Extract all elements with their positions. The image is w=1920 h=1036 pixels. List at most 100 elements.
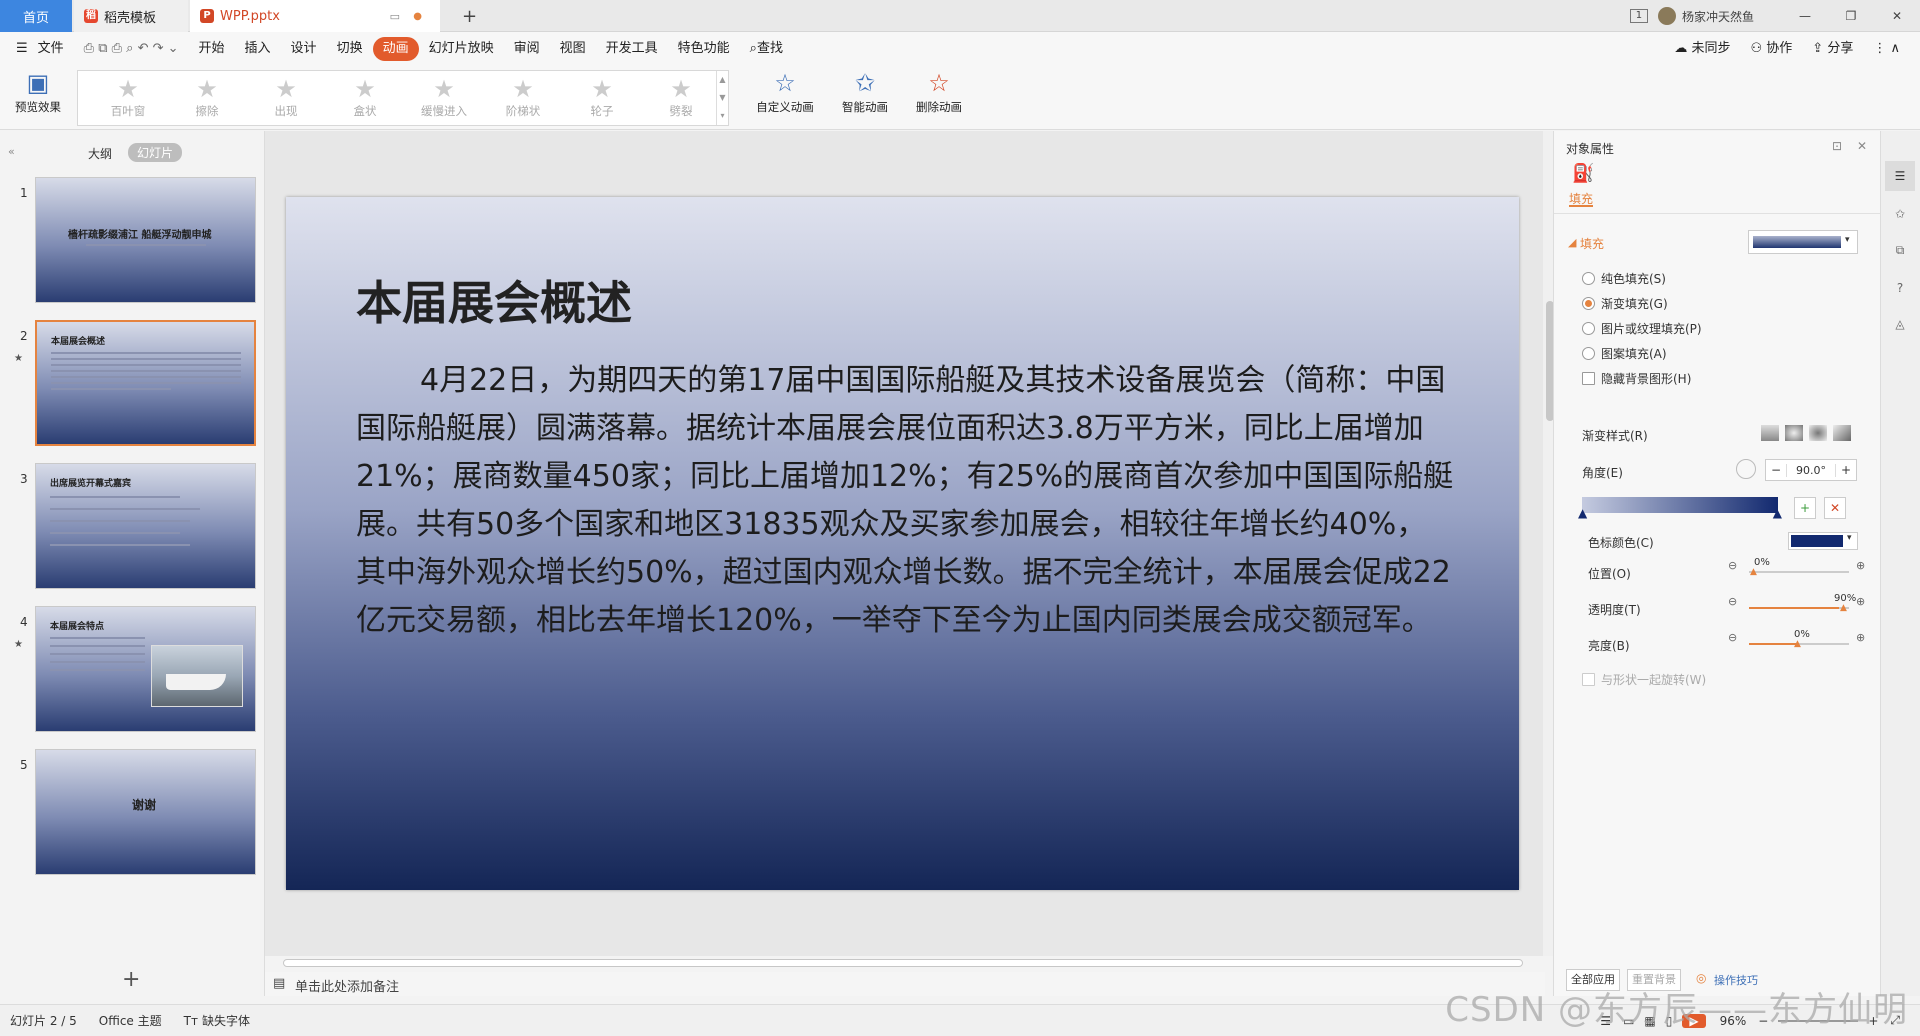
file-menu[interactable]: 文件 xyxy=(38,37,74,61)
theme-name[interactable]: Office 主题 xyxy=(99,1012,162,1029)
outline-tab[interactable]: 大纲 xyxy=(88,145,112,162)
slide-canvas[interactable]: 本届展会概述 4月22日，为期四天的第17届中国国际船艇及其技术设备展览会（简称… xyxy=(286,197,1519,890)
delete-stop-icon[interactable]: ✕ xyxy=(1824,497,1846,519)
add-slide-button[interactable]: + xyxy=(122,967,140,992)
rect-gradient-style-icon[interactable] xyxy=(1809,425,1827,441)
angle-dial-icon[interactable] xyxy=(1736,459,1756,479)
slide-thumb-4[interactable]: 本届展会特点 xyxy=(35,606,256,732)
transparency-slider[interactable] xyxy=(1749,607,1849,609)
sync-button[interactable]: ☁ 未同步 xyxy=(1664,37,1740,61)
new-tab-button[interactable]: + xyxy=(452,0,487,32)
gradient-stop-start[interactable]: ▲ xyxy=(1578,506,1587,520)
tab-template[interactable]: 稻 稻壳模板 xyxy=(74,0,188,32)
stop-color-picker[interactable]: ▾ xyxy=(1788,532,1858,550)
radio-pattern-fill[interactable]: 图案填充(A) xyxy=(1582,345,1667,362)
panel-title[interactable]: 对象属性 xyxy=(1566,140,1614,157)
tab-view[interactable]: 视图 xyxy=(550,37,596,61)
anim-step[interactable]: ★ 阶梯状 xyxy=(493,75,553,119)
fill-bucket-icon[interactable]: ⛽ xyxy=(1572,163,1594,184)
anim-blinds[interactable]: ★ 百叶窗 xyxy=(98,75,158,119)
slide-thumb-1[interactable]: 樯杆疏影缀浦江 船艇浮动靓申城 xyxy=(35,177,256,303)
position-decrease-button[interactable]: ⊖ xyxy=(1728,559,1737,572)
custom-animation-button[interactable]: ☆ 自定义动画 xyxy=(752,70,818,115)
pin-icon[interactable]: ⊡ xyxy=(1832,139,1842,153)
tab-insert[interactable]: 插入 xyxy=(235,37,281,61)
slide-thumb-2[interactable]: 本届展会概述 xyxy=(35,320,256,446)
animation-sidebar-icon[interactable]: ✩ xyxy=(1885,199,1915,229)
slides-tab[interactable]: 幻灯片 xyxy=(128,143,183,162)
collapse-panel-icon[interactable]: « xyxy=(8,145,15,158)
anim-wipe[interactable]: ★ 擦除 xyxy=(177,75,237,119)
transparency-slider-handle[interactable]: ▲ xyxy=(1840,603,1847,613)
anim-box[interactable]: ★ 盒状 xyxy=(335,75,395,119)
preview-effect-button[interactable]: ▣ 预览效果 xyxy=(10,70,66,115)
tab-review[interactable]: 审阅 xyxy=(504,37,550,61)
tab-document[interactable]: P WPP.pptx ▭ ● xyxy=(190,0,440,32)
fill-preset-dropdown[interactable]: ▾ xyxy=(1748,230,1858,254)
properties-sidebar-icon[interactable]: ☰ xyxy=(1885,161,1915,191)
select-sidebar-icon[interactable]: ⧉ xyxy=(1885,235,1915,265)
radio-gradient-fill[interactable]: 渐变填充(G) xyxy=(1582,295,1668,312)
brightness-slider-handle[interactable]: ▲ xyxy=(1794,639,1801,649)
gallery-scroll[interactable]: ▲ ▼ ▾ xyxy=(716,71,728,125)
collapse-triangle-icon[interactable]: ◢ xyxy=(1568,236,1576,249)
user-name[interactable]: 杨家冲天然鱼 xyxy=(1682,8,1754,25)
more-icon[interactable]: ⋮ ∧ xyxy=(1863,37,1910,61)
tab-developer[interactable]: 开发工具 xyxy=(596,37,668,61)
notes-placeholder[interactable]: 单击此处添加备注 xyxy=(295,976,399,995)
slide-thumb-5[interactable]: 谢谢 xyxy=(35,749,256,875)
anim-split[interactable]: ★ 劈裂 xyxy=(651,75,711,119)
tab-slideshow[interactable]: 幻灯片放映 xyxy=(419,37,504,61)
maximize-button[interactable]: ❐ xyxy=(1828,9,1874,23)
angle-increase-button[interactable]: + xyxy=(1836,463,1856,477)
missing-font[interactable]: 缺失字体 xyxy=(202,1012,250,1029)
avatar[interactable] xyxy=(1657,7,1676,25)
tab-home[interactable]: 首页 xyxy=(0,0,72,32)
tab-animation[interactable]: 动画 xyxy=(372,37,419,61)
radial-gradient-style-icon[interactable] xyxy=(1785,425,1803,441)
angle-stepper[interactable]: − 90.0° + xyxy=(1765,459,1857,481)
notes-bar[interactable]: ▤ 单击此处添加备注 xyxy=(265,972,1545,996)
slide-body-text[interactable]: 4月22日，为期四天的第17届中国国际船艇及其技术设备展览会（简称：中国国际船艇… xyxy=(356,357,1456,645)
add-stop-icon[interactable]: + xyxy=(1794,497,1816,519)
close-button[interactable]: ✕ xyxy=(1874,9,1920,23)
share-button[interactable]: ⇪ 分享 xyxy=(1802,37,1863,61)
tab-transition[interactable]: 切换 xyxy=(327,37,373,61)
transparency-increase-button[interactable]: ⊕ xyxy=(1856,595,1865,608)
slide-thumb-3[interactable]: 出席展览开幕式嘉宾 xyxy=(35,463,256,589)
hscroll-thumb[interactable] xyxy=(283,959,1523,967)
tab-start[interactable]: 开始 xyxy=(189,37,235,61)
gradient-stop-end[interactable]: ▲ xyxy=(1773,506,1782,520)
brightness-increase-button[interactable]: ⊕ xyxy=(1856,631,1865,644)
radio-picture-fill[interactable]: 图片或纹理填充(P) xyxy=(1582,320,1702,337)
brightness-decrease-button[interactable]: ⊖ xyxy=(1728,631,1737,644)
anim-crawl-in[interactable]: ★ 缓慢进入 xyxy=(414,75,474,119)
path-gradient-style-icon[interactable] xyxy=(1833,425,1851,441)
position-increase-button[interactable]: ⊕ xyxy=(1856,559,1865,572)
quick-access-toolbar[interactable]: ⎙ ⧉ ⎙ ⌕ ↶ ↷ ⌄ xyxy=(74,37,189,61)
search-button[interactable]: ⌕查找 xyxy=(740,37,793,61)
rotate-with-shape-checkbox[interactable]: 与形状一起旋转(W) xyxy=(1582,671,1706,688)
panel-close-icon[interactable]: ✕ xyxy=(1857,139,1867,153)
tab-features[interactable]: 特色功能 xyxy=(668,37,740,61)
tab-design[interactable]: 设计 xyxy=(281,37,327,61)
linear-gradient-style-icon[interactable] xyxy=(1761,425,1779,441)
slide-title[interactable]: 本届展会概述 xyxy=(356,267,632,333)
smart-animation-button[interactable]: ✩ 智能动画 xyxy=(833,70,897,115)
angle-decrease-button[interactable]: − xyxy=(1766,463,1786,477)
minimize-button[interactable]: — xyxy=(1782,9,1828,23)
help-sidebar-icon[interactable]: ? xyxy=(1885,273,1915,303)
monitor-icon[interactable]: ▭ xyxy=(390,10,400,23)
hide-background-checkbox[interactable]: 隐藏背景图形(H) xyxy=(1582,370,1691,387)
anim-wheel[interactable]: ★ 轮子 xyxy=(572,75,632,119)
position-slider[interactable] xyxy=(1749,571,1849,573)
gradient-bar[interactable]: ▲ ▲ xyxy=(1578,497,1782,520)
position-slider-handle[interactable]: ▲ xyxy=(1750,567,1757,577)
transparency-decrease-button[interactable]: ⊖ xyxy=(1728,595,1737,608)
anim-appear[interactable]: ★ 出现 xyxy=(256,75,316,119)
notification-badge[interactable]: 1 xyxy=(1629,9,1648,23)
radio-solid-fill[interactable]: 纯色填充(S) xyxy=(1582,270,1666,287)
delete-animation-button[interactable]: ☆ 删除动画 xyxy=(910,70,968,115)
angle-value[interactable]: 90.0° xyxy=(1786,463,1836,477)
horizontal-scrollbar[interactable] xyxy=(283,957,1533,969)
